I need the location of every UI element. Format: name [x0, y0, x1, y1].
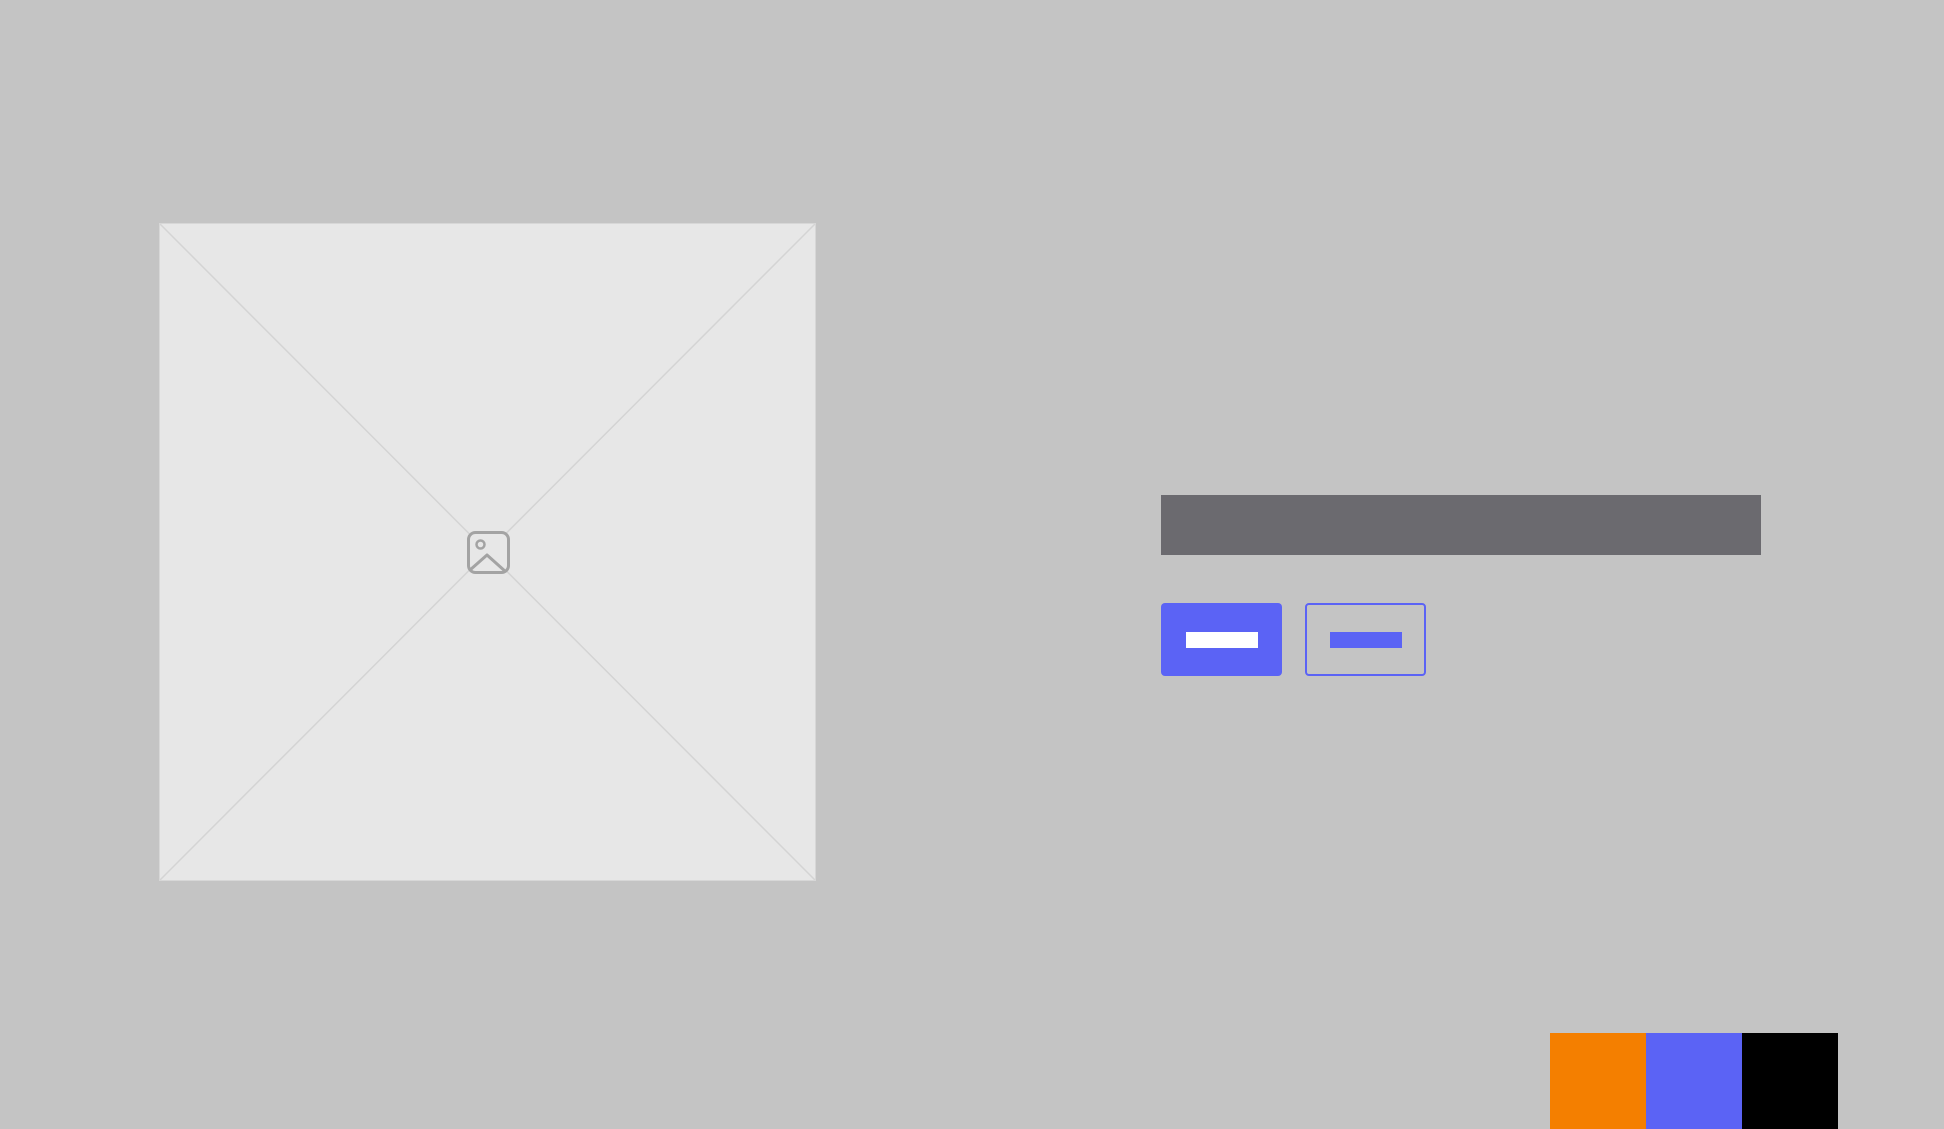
heading-placeholder-bar	[1161, 495, 1761, 555]
swatch-orange	[1550, 1033, 1646, 1129]
swatch-blue	[1646, 1033, 1742, 1129]
secondary-button[interactable]	[1305, 603, 1426, 676]
primary-button-label	[1185, 631, 1258, 648]
image-icon	[467, 531, 510, 574]
secondary-button-label	[1329, 631, 1402, 648]
color-palette	[1550, 1033, 1838, 1129]
image-placeholder	[159, 223, 816, 881]
primary-button[interactable]	[1161, 603, 1282, 676]
swatch-black	[1742, 1033, 1838, 1129]
